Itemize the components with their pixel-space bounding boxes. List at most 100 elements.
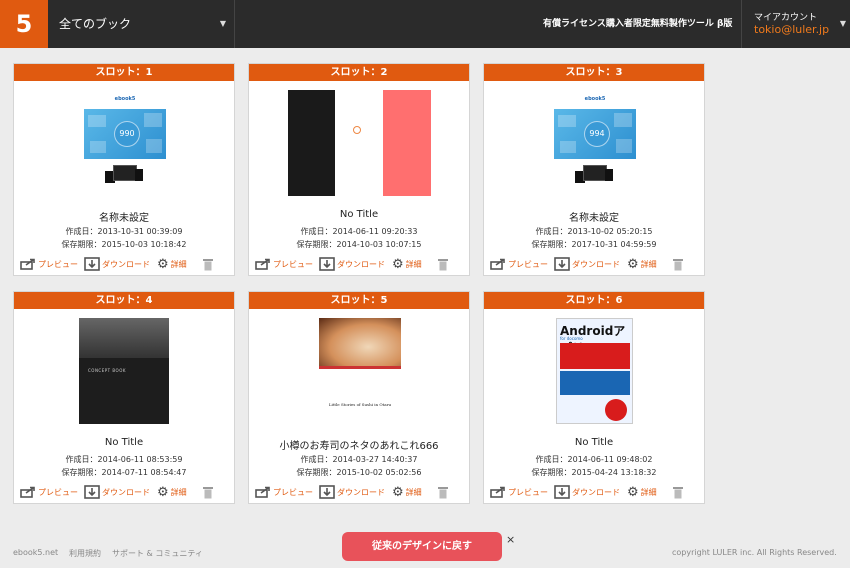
- book-title: No Title: [104, 437, 144, 448]
- share-icon: [255, 258, 270, 270]
- delete-button[interactable]: [203, 485, 213, 499]
- book-title: 名称未設定: [99, 213, 149, 224]
- preview-button[interactable]: プレビュー: [20, 485, 78, 499]
- gear-icon: ⚙: [157, 256, 169, 272]
- gear-icon: ⚙: [627, 256, 639, 272]
- cover-text: Little Stories of Sushi in Otaru: [328, 402, 392, 407]
- preview-button[interactable]: プレビュー: [490, 257, 548, 271]
- book-thumbnail[interactable]: ebook5 990: [84, 96, 166, 183]
- card-actions: プレビュー ダウンロード ⚙ 詳細: [255, 484, 465, 500]
- gear-icon: ⚙: [157, 484, 169, 500]
- card-actions: プレビュー ダウンロード ⚙ 詳細: [490, 256, 700, 272]
- download-button[interactable]: ダウンロード: [554, 485, 620, 499]
- footer-home-link[interactable]: ebook5.net: [13, 548, 58, 557]
- slot-header: スロット：6: [484, 292, 704, 309]
- download-icon: [319, 485, 335, 499]
- trash-icon: [203, 258, 213, 270]
- book-thumbnail[interactable]: [288, 90, 431, 196]
- footer-support-link[interactable]: サポート & コミュニティ: [112, 548, 203, 559]
- preview-button[interactable]: プレビュー: [255, 485, 313, 499]
- account-menu[interactable]: マイアカウント tokio@luler.jp ▼: [741, 0, 850, 48]
- download-icon: [319, 257, 335, 271]
- created-date: 作成日：2014-06-11 08:53:59: [65, 455, 183, 464]
- slot-card-2: スロット：2 No Title 作成日：2014-06-11 09:20:33 …: [248, 63, 470, 276]
- chevron-down-icon: ▼: [839, 19, 846, 28]
- slot-card-6: スロット：6 Androidアプリ for docomo No Title 作成…: [483, 291, 705, 504]
- delete-button[interactable]: [203, 257, 213, 271]
- delete-button[interactable]: [438, 257, 448, 271]
- share-icon: [20, 258, 35, 270]
- close-icon[interactable]: ×: [506, 533, 515, 546]
- delete-button[interactable]: [673, 485, 683, 499]
- detail-button[interactable]: ⚙ 詳細: [157, 256, 187, 272]
- book-number: 994: [584, 121, 610, 147]
- download-button[interactable]: ダウンロード: [319, 485, 385, 499]
- download-icon: [84, 485, 100, 499]
- slot-header: スロット：5: [249, 292, 469, 309]
- book-title: 名称未設定: [569, 213, 619, 224]
- copyright: copyright LULER inc. All Rights Reserved…: [672, 548, 837, 557]
- created-date: 作成日：2013-10-02 05:20:15: [535, 227, 653, 236]
- book-title: No Title: [574, 437, 614, 448]
- slot-card-1: スロット：1 ebook5 990 名称未設定 作成日：2013-10-31 0…: [13, 63, 235, 276]
- detail-button[interactable]: ⚙ 詳細: [627, 256, 657, 272]
- gear-icon: ⚙: [392, 256, 404, 272]
- detail-button[interactable]: ⚙ 詳細: [392, 256, 422, 272]
- preview-button[interactable]: プレビュー: [20, 257, 78, 271]
- book-number: 990: [114, 121, 140, 147]
- card-actions: プレビュー ダウンロード ⚙ 詳細: [20, 256, 230, 272]
- download-icon: [554, 485, 570, 499]
- cover-subtitle: for docomo: [560, 336, 583, 341]
- download-button[interactable]: ダウンロード: [84, 485, 150, 499]
- slot-card-5: スロット：5 Little Stories of Sushi in Otaru …: [248, 291, 470, 504]
- gear-icon: ⚙: [627, 484, 639, 500]
- trash-icon: [438, 486, 448, 498]
- delete-button[interactable]: [438, 485, 448, 499]
- book-filter-dropdown[interactable]: 全てのブック ▼: [48, 0, 235, 48]
- detail-button[interactable]: ⚙ 詳細: [157, 484, 187, 500]
- ebook5-logo: ebook5: [114, 96, 136, 102]
- share-icon: [490, 258, 505, 270]
- created-date: 作成日：2014-06-11 09:48:02: [535, 455, 653, 464]
- card-actions: プレビュー ダウンロード ⚙ 詳細: [255, 256, 465, 272]
- trash-icon: [673, 486, 683, 498]
- share-icon: [20, 486, 35, 498]
- download-icon: [554, 257, 570, 271]
- created-date: 作成日：2014-03-27 14:40:37: [300, 455, 418, 464]
- preview-button[interactable]: プレビュー: [490, 485, 548, 499]
- share-icon: [490, 486, 505, 498]
- gear-icon: ⚙: [392, 484, 404, 500]
- slot-card-4: スロット：4 CONCEPT BOOK No Title 作成日：2014-06…: [13, 291, 235, 504]
- slot-header: スロット：3: [484, 64, 704, 81]
- slot-header: スロット：2: [249, 64, 469, 81]
- license-tool-link[interactable]: 有償ライセンス購入者限定無料製作ツール β版: [543, 0, 732, 48]
- cover-text: CONCEPT BOOK: [88, 368, 126, 373]
- trash-icon: [438, 258, 448, 270]
- slot-header: スロット：4: [14, 292, 234, 309]
- book-thumbnail[interactable]: Little Stories of Sushi in Otaru: [319, 318, 401, 424]
- ebook5-logo: ebook5: [584, 96, 606, 102]
- chevron-down-icon: ▼: [219, 19, 226, 28]
- preview-button[interactable]: プレビュー: [255, 257, 313, 271]
- download-button[interactable]: ダウンロード: [319, 257, 385, 271]
- book-thumbnail[interactable]: CONCEPT BOOK: [79, 318, 169, 424]
- download-button[interactable]: ダウンロード: [84, 257, 150, 271]
- footer-terms-link[interactable]: 利用規約: [69, 548, 101, 559]
- book-thumbnail[interactable]: Androidアプリ for docomo: [556, 318, 633, 424]
- app-logo[interactable]: 5: [0, 0, 48, 48]
- expiry-date: 保存期限：2014-10-03 10:07:15: [296, 240, 422, 249]
- book-filter-label: 全てのブック: [59, 17, 132, 31]
- revert-design-button[interactable]: 従来のデザインに戻す: [342, 532, 502, 561]
- trash-icon: [673, 258, 683, 270]
- book-title: No Title: [339, 209, 379, 220]
- delete-button[interactable]: [673, 257, 683, 271]
- account-email: tokio@luler.jp: [754, 23, 830, 36]
- detail-button[interactable]: ⚙ 詳細: [627, 484, 657, 500]
- download-button[interactable]: ダウンロード: [554, 257, 620, 271]
- slot-header: スロット：1: [14, 64, 234, 81]
- detail-button[interactable]: ⚙ 詳細: [392, 484, 422, 500]
- expiry-date: 保存期限：2015-04-24 13:18:32: [531, 468, 657, 477]
- expiry-date: 保存期限：2017-10-31 04:59:59: [531, 240, 657, 249]
- book-title: 小樽のお寿司のネタのあれこれ666: [279, 441, 439, 452]
- book-thumbnail[interactable]: ebook5 994: [554, 96, 636, 183]
